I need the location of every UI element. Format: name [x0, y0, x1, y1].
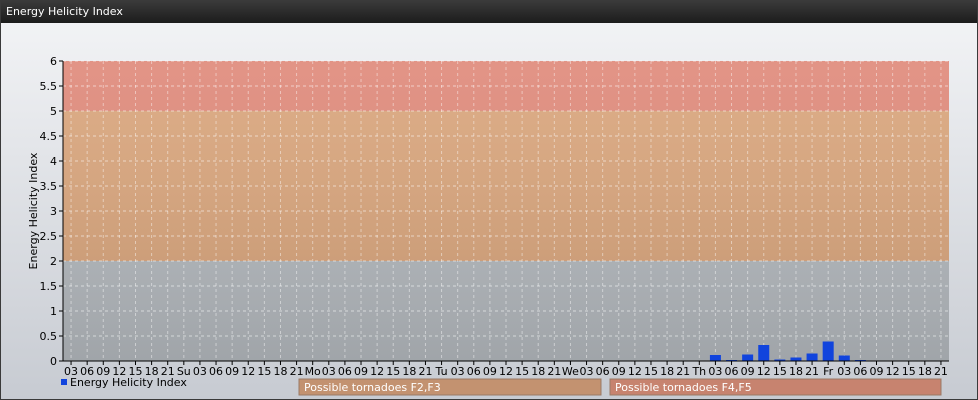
bar[interactable]	[758, 345, 770, 361]
y-tick-label: 2	[50, 255, 57, 268]
bar[interactable]	[822, 341, 834, 362]
x-tick-label: 06	[596, 365, 610, 378]
x-tick-label: 03	[708, 365, 722, 378]
y-tick-label: 6	[50, 55, 57, 68]
y-tick-label: 4.5	[40, 130, 58, 143]
x-tick-label: We	[562, 365, 579, 378]
band-legend-label: Possible tornadoes F4,F5	[615, 381, 752, 394]
x-tick-label: 18	[660, 365, 674, 378]
x-tick-label: 09	[612, 365, 626, 378]
x-tick-label: 21	[934, 365, 948, 378]
x-tick-label: 18	[273, 365, 287, 378]
x-tick-label: 03	[837, 365, 851, 378]
legend-swatch	[61, 379, 67, 385]
y-tick-label: 1	[50, 305, 57, 318]
x-tick-label: 12	[757, 365, 771, 378]
bar[interactable]	[742, 354, 754, 362]
x-tick-label: 03	[193, 365, 207, 378]
y-tick-label: 3.5	[40, 180, 58, 193]
x-tick-label: 12	[886, 365, 900, 378]
bar[interactable]	[838, 355, 850, 362]
x-tick-label: 21	[418, 365, 432, 378]
x-tick-label: 09	[225, 365, 239, 378]
x-tick-label: 18	[789, 365, 803, 378]
x-tick-label: 15	[257, 365, 271, 378]
x-tick-label: Mo	[305, 365, 321, 378]
x-tick-label: 21	[676, 365, 690, 378]
y-tick-label: 5.5	[40, 80, 58, 93]
x-tick-label: 15	[773, 365, 787, 378]
x-tick-label: 18	[402, 365, 416, 378]
x-tick-label: 12	[370, 365, 384, 378]
y-tick-label: 5	[50, 105, 57, 118]
x-tick-label: 21	[805, 365, 819, 378]
x-tick-label: 09	[870, 365, 884, 378]
chart-window: Energy Helicity Index 0 0.5 1 1.5 2 2.5 3 3.5 4 4…	[0, 0, 978, 400]
x-tick-label: 12	[628, 365, 642, 378]
y-tick-label: 0.5	[40, 330, 58, 343]
x-tick-label: 06	[467, 365, 481, 378]
x-tick-label: 06	[338, 365, 352, 378]
x-tick-label: Th	[691, 365, 706, 378]
x-tick-label: 18	[918, 365, 932, 378]
x-tick-label: Fr	[823, 365, 834, 378]
title-bar: Energy Helicity Index	[1, 1, 977, 23]
x-tick-label: 06	[209, 365, 223, 378]
x-tick-label: 03	[322, 365, 336, 378]
bar[interactable]	[709, 355, 721, 361]
band-legend: Possible tornadoes F2,F3 Possible tornado…	[298, 378, 942, 396]
x-tick-label: 15	[644, 365, 658, 378]
bar[interactable]	[806, 353, 818, 362]
y-tick-label: 2.5	[40, 230, 58, 243]
bar[interactable]	[790, 357, 802, 362]
x-tick-label: 21	[547, 365, 561, 378]
x-tick-label: 18	[531, 365, 545, 378]
legend-label: Energy Helicity Index	[70, 376, 187, 389]
x-tick-label: 03	[451, 365, 465, 378]
x-tick-label: 15	[902, 365, 916, 378]
x-tick-label: Tu	[435, 365, 448, 378]
x-tick-label: 03	[580, 365, 594, 378]
y-tick-label: 4	[50, 155, 57, 168]
x-tick-label: 09	[483, 365, 497, 378]
x-tick-label: 12	[241, 365, 255, 378]
x-tick-label: 09	[354, 365, 368, 378]
y-tick-label: 1.5	[40, 280, 58, 293]
x-tick-label: 06	[853, 365, 867, 378]
x-tick-label: 15	[515, 365, 529, 378]
x-tick-label: 06	[725, 365, 739, 378]
x-tick-label: 09	[741, 365, 755, 378]
y-tick-label: 0	[50, 355, 57, 368]
x-tick-label: 12	[499, 365, 513, 378]
y-axis-label: Energy Helicity Index	[27, 152, 40, 269]
y-tick-label: 3	[50, 205, 57, 218]
x-tick-label: 21	[290, 365, 304, 378]
band-legend-label: Possible tornadoes F2,F3	[304, 381, 441, 394]
window-title: Energy Helicity Index	[6, 5, 123, 18]
legend[interactable]: Energy Helicity Index	[61, 376, 187, 389]
x-tick-label: 15	[386, 365, 400, 378]
chart: 00.511.522.533.544.555.5603 06 09 12 15 18 21 S…	[27, 55, 949, 396]
